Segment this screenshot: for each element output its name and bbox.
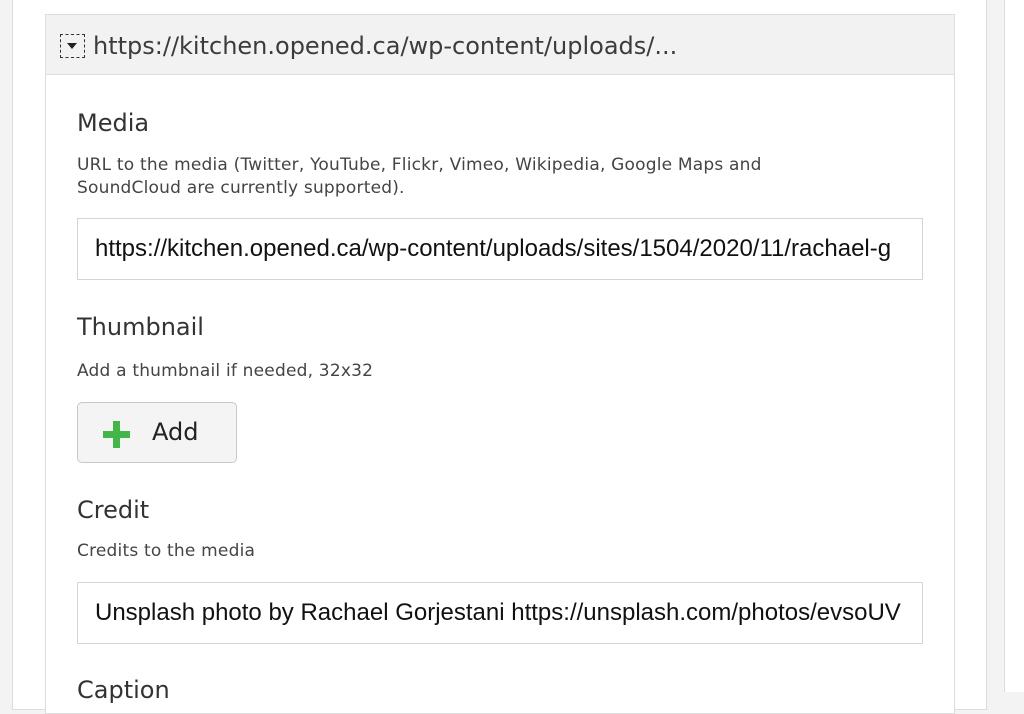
- add-button-label: Add: [152, 418, 199, 446]
- credit-input[interactable]: Unsplash photo by Rachael Gorjestani htt…: [77, 582, 923, 644]
- media-panel: https://kitchen.opened.ca/wp-content/upl…: [45, 14, 955, 714]
- credit-label: Credit: [77, 496, 150, 524]
- credit-description: Credits to the media: [77, 541, 256, 561]
- caption-label: Caption: [77, 676, 170, 704]
- panel-header[interactable]: https://kitchen.opened.ca/wp-content/upl…: [46, 15, 954, 75]
- media-label: Media: [77, 109, 150, 137]
- panel-title: https://kitchen.opened.ca/wp-content/upl…: [93, 32, 678, 60]
- credit-value: Unsplash photo by Rachael Gorjestani htt…: [95, 599, 901, 626]
- media-description: URL to the media (Twitter, YouTube, Flic…: [77, 155, 762, 198]
- media-url-value: https://kitchen.opened.ca/wp-content/upl…: [95, 235, 892, 262]
- thumbnail-label: Thumbnail: [77, 313, 204, 341]
- sidebar-edge: [1004, 0, 1024, 692]
- media-url-input[interactable]: https://kitchen.opened.ca/wp-content/upl…: [77, 218, 923, 280]
- plus-icon: [103, 421, 130, 448]
- add-thumbnail-button[interactable]: Add: [77, 402, 237, 463]
- chevron-down-icon: [67, 43, 77, 49]
- thumbnail-description: Add a thumbnail if needed, 32x32: [77, 361, 374, 381]
- panel-toggle-button[interactable]: [60, 34, 85, 58]
